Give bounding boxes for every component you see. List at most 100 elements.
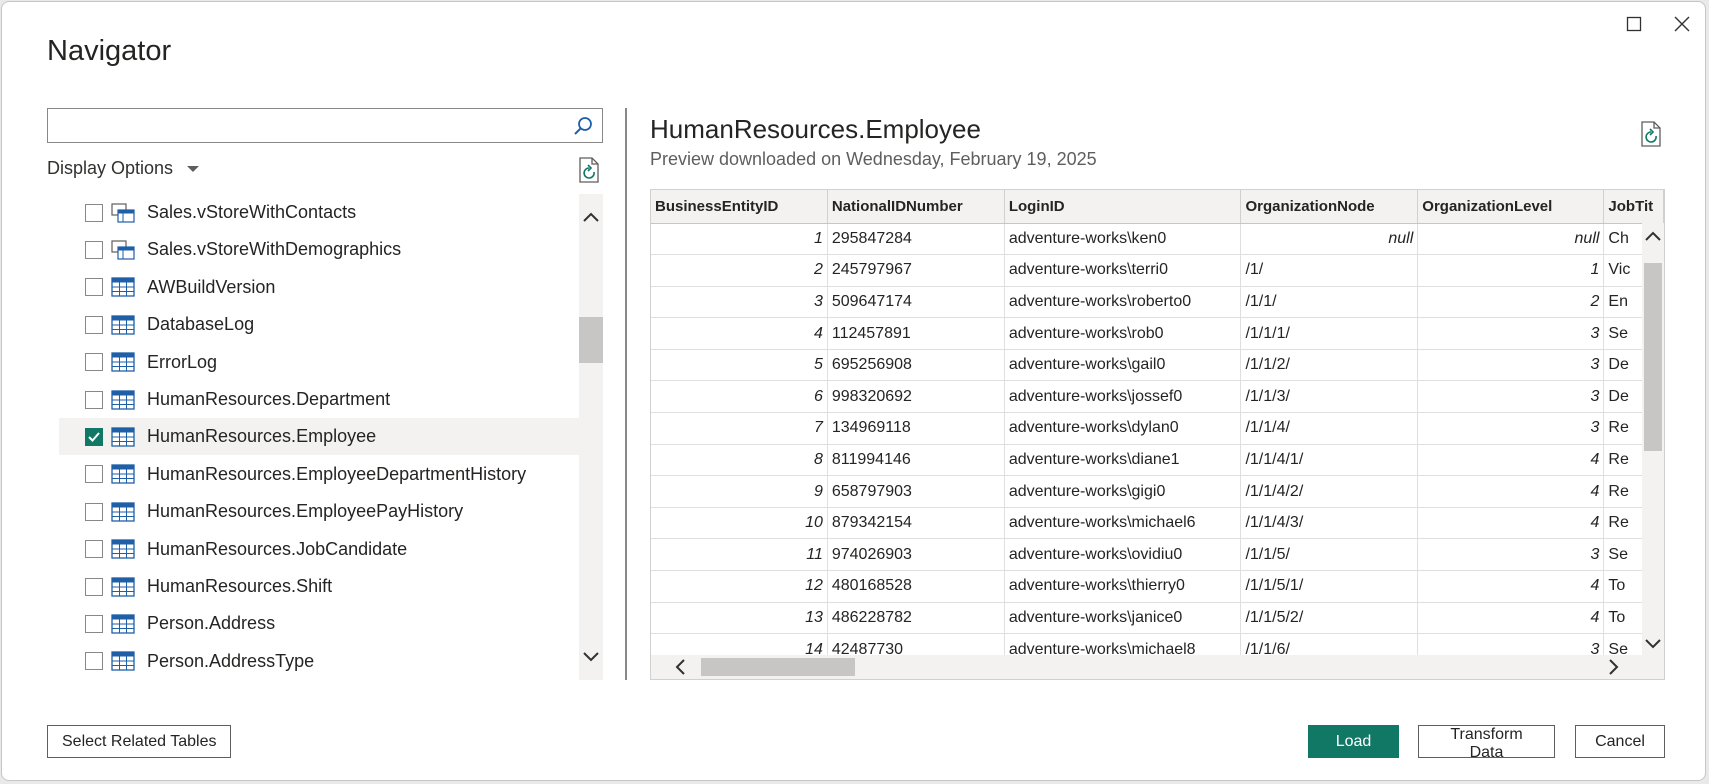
table-row: 2 245797967 adventure-works\terri0/1/1 Vic (651, 254, 1664, 287)
table-cell: 811994146 (827, 444, 1005, 477)
table-row: 3 509647174 adventure-works\roberto0/1/1/2… (651, 286, 1664, 319)
scroll-down-icon[interactable] (1643, 633, 1663, 653)
table-cell: /1/1/1/ (1240, 317, 1419, 350)
transform-data-button[interactable]: Transform Data (1418, 725, 1555, 761)
nav-item[interactable]: HumanResources.JobCandidate (59, 531, 579, 568)
table-cell: /1/1/5/ (1240, 538, 1419, 572)
column-header[interactable]: JobTit (1603, 190, 1664, 224)
scroll-up-icon[interactable] (581, 208, 601, 228)
table-cell: 3 (651, 286, 828, 319)
cancel-button[interactable]: Cancel (1575, 725, 1665, 758)
scroll-down-icon[interactable] (581, 646, 601, 666)
nav-item[interactable]: HumanResources.EmployeeDepartmentHistory (59, 456, 579, 493)
nav-item-checkbox[interactable] (85, 577, 103, 596)
nav-item[interactable]: Person.AddressType (59, 643, 579, 680)
table-row: 8 811994146 adventure-works\diane1/1/1/4/1… (651, 444, 1664, 477)
column-header[interactable]: OrganizationLevel (1417, 190, 1605, 224)
nav-item-label: Sales.vStoreWithDemographics (147, 239, 402, 260)
table-cell: null (1417, 223, 1605, 256)
table-cell: 245797967 (827, 254, 1005, 287)
nav-item-checkbox[interactable] (85, 427, 103, 446)
nav-item[interactable]: AWBuildVersion (59, 269, 579, 306)
refresh-preview-icon[interactable] (1639, 120, 1665, 148)
nav-item-label: HumanResources.JobCandidate (147, 538, 408, 559)
vertical-scroll-thumb[interactable] (1644, 263, 1662, 451)
table-cell: /1/ (1240, 254, 1419, 287)
column-header[interactable]: OrganizationNode (1240, 190, 1419, 224)
table-cell: adventure-works\rob0 (1004, 317, 1242, 350)
nav-item[interactable]: HumanResources.EmployeePayHistory (59, 493, 579, 530)
table-cell: adventure-works\roberto0 (1004, 286, 1242, 319)
nav-item[interactable]: Sales.vStoreWithDemographics (59, 231, 579, 268)
horizontal-scroll-thumb[interactable] (701, 658, 855, 676)
preview-title: HumanResources.Employee (650, 114, 981, 144)
table-cell: adventure-works\ken0 (1004, 223, 1242, 256)
nav-item-checkbox[interactable] (85, 315, 103, 334)
nav-item[interactable]: HumanResources.Employee (59, 418, 579, 456)
table-cell: 3 (1417, 317, 1605, 350)
column-header[interactable]: LoginID (1004, 190, 1242, 224)
nav-item-checkbox[interactable] (85, 502, 103, 521)
table-cell: 658797903 (827, 475, 1005, 508)
column-header[interactable]: NationalIDNumber (827, 190, 1005, 224)
table-icon (111, 464, 135, 484)
search-icon[interactable] (572, 115, 594, 137)
close-button[interactable] (1665, 12, 1699, 36)
maximize-button[interactable] (1617, 12, 1651, 36)
table-cell: adventure-works\dylan0 (1004, 412, 1242, 445)
nav-item-label: Sales.vStoreWithContacts (147, 202, 357, 222)
nav-item[interactable]: ErrorLog (59, 344, 579, 381)
pane-divider[interactable] (625, 108, 627, 680)
load-button[interactable]: Load (1308, 725, 1399, 758)
table-cell: adventure-works\michael6 (1004, 507, 1242, 540)
navigator-dialog: Navigator Display Options Sales.vStoreWi… (1, 1, 1706, 781)
table-header-row: BusinessEntityID NationalIDNumber LoginID O… (651, 190, 1664, 224)
table-cell: /1/1/5/1/ (1240, 570, 1419, 603)
nav-item-checkbox[interactable] (85, 540, 103, 559)
nav-item-checkbox[interactable] (85, 240, 103, 259)
scroll-right-icon[interactable] (1603, 657, 1623, 677)
table-cell: 3 (1417, 412, 1605, 445)
table-cell: 2 (1417, 286, 1605, 319)
nav-item-checkbox[interactable] (85, 278, 103, 297)
preview-horizontal-scrollbar[interactable] (651, 655, 1664, 679)
table-row: 12 480168528 adventure-works\thierry0/1/1/… (651, 570, 1664, 603)
table-cell: 1 (651, 223, 828, 256)
nav-item-label: Person.Address (147, 613, 276, 634)
table-cell: 2 (651, 254, 828, 287)
table-cell: 4 (651, 317, 828, 350)
nav-item-checkbox[interactable] (85, 614, 103, 633)
table-cell: 998320692 (827, 380, 1005, 414)
nav-item-checkbox[interactable] (85, 465, 103, 484)
table-cell: 695256908 (827, 349, 1005, 382)
scroll-up-icon[interactable] (1643, 227, 1663, 247)
scroll-left-icon[interactable] (671, 657, 691, 677)
nav-item[interactable]: DatabaseLog (59, 306, 579, 343)
nav-item-checkbox[interactable] (85, 390, 103, 409)
nav-item-checkbox[interactable] (85, 353, 103, 372)
preview-table-container: BusinessEntityID NationalIDNumber LoginID O… (650, 189, 1665, 680)
left-scrollbar[interactable] (579, 194, 603, 680)
search-box[interactable] (47, 108, 603, 143)
select-related-tables-button[interactable]: Select Related Tables (47, 725, 232, 758)
table-cell: adventure-works\jossef0 (1004, 380, 1242, 414)
left-scroll-thumb[interactable] (579, 317, 603, 363)
nav-item-label: DatabaseLog (147, 314, 255, 335)
nav-item-checkbox[interactable] (85, 203, 103, 222)
search-input[interactable] (48, 109, 558, 142)
table-cell: adventure-works\terri0 (1004, 254, 1242, 287)
display-options-dropdown[interactable]: Display Options (47, 158, 200, 179)
refresh-icon[interactable] (577, 156, 603, 184)
nav-item[interactable]: Sales.vStoreWithContacts (59, 194, 579, 231)
table-cell: null (1240, 223, 1419, 256)
nav-item[interactable]: HumanResources.Department (59, 381, 579, 418)
table-cell: 8 (651, 444, 828, 477)
table-row: 11 974026903 adventure-works\ovidiu0/1/1/5… (651, 538, 1664, 572)
table-cell: 7 (651, 412, 828, 445)
column-header[interactable]: BusinessEntityID (651, 190, 828, 224)
nav-item-checkbox[interactable] (85, 652, 103, 671)
table-cell: 4 (1417, 507, 1605, 540)
preview-vertical-scrollbar[interactable] (1642, 223, 1664, 657)
nav-item[interactable]: Person.Address (59, 605, 579, 642)
nav-item[interactable]: HumanResources.Shift (59, 568, 579, 605)
